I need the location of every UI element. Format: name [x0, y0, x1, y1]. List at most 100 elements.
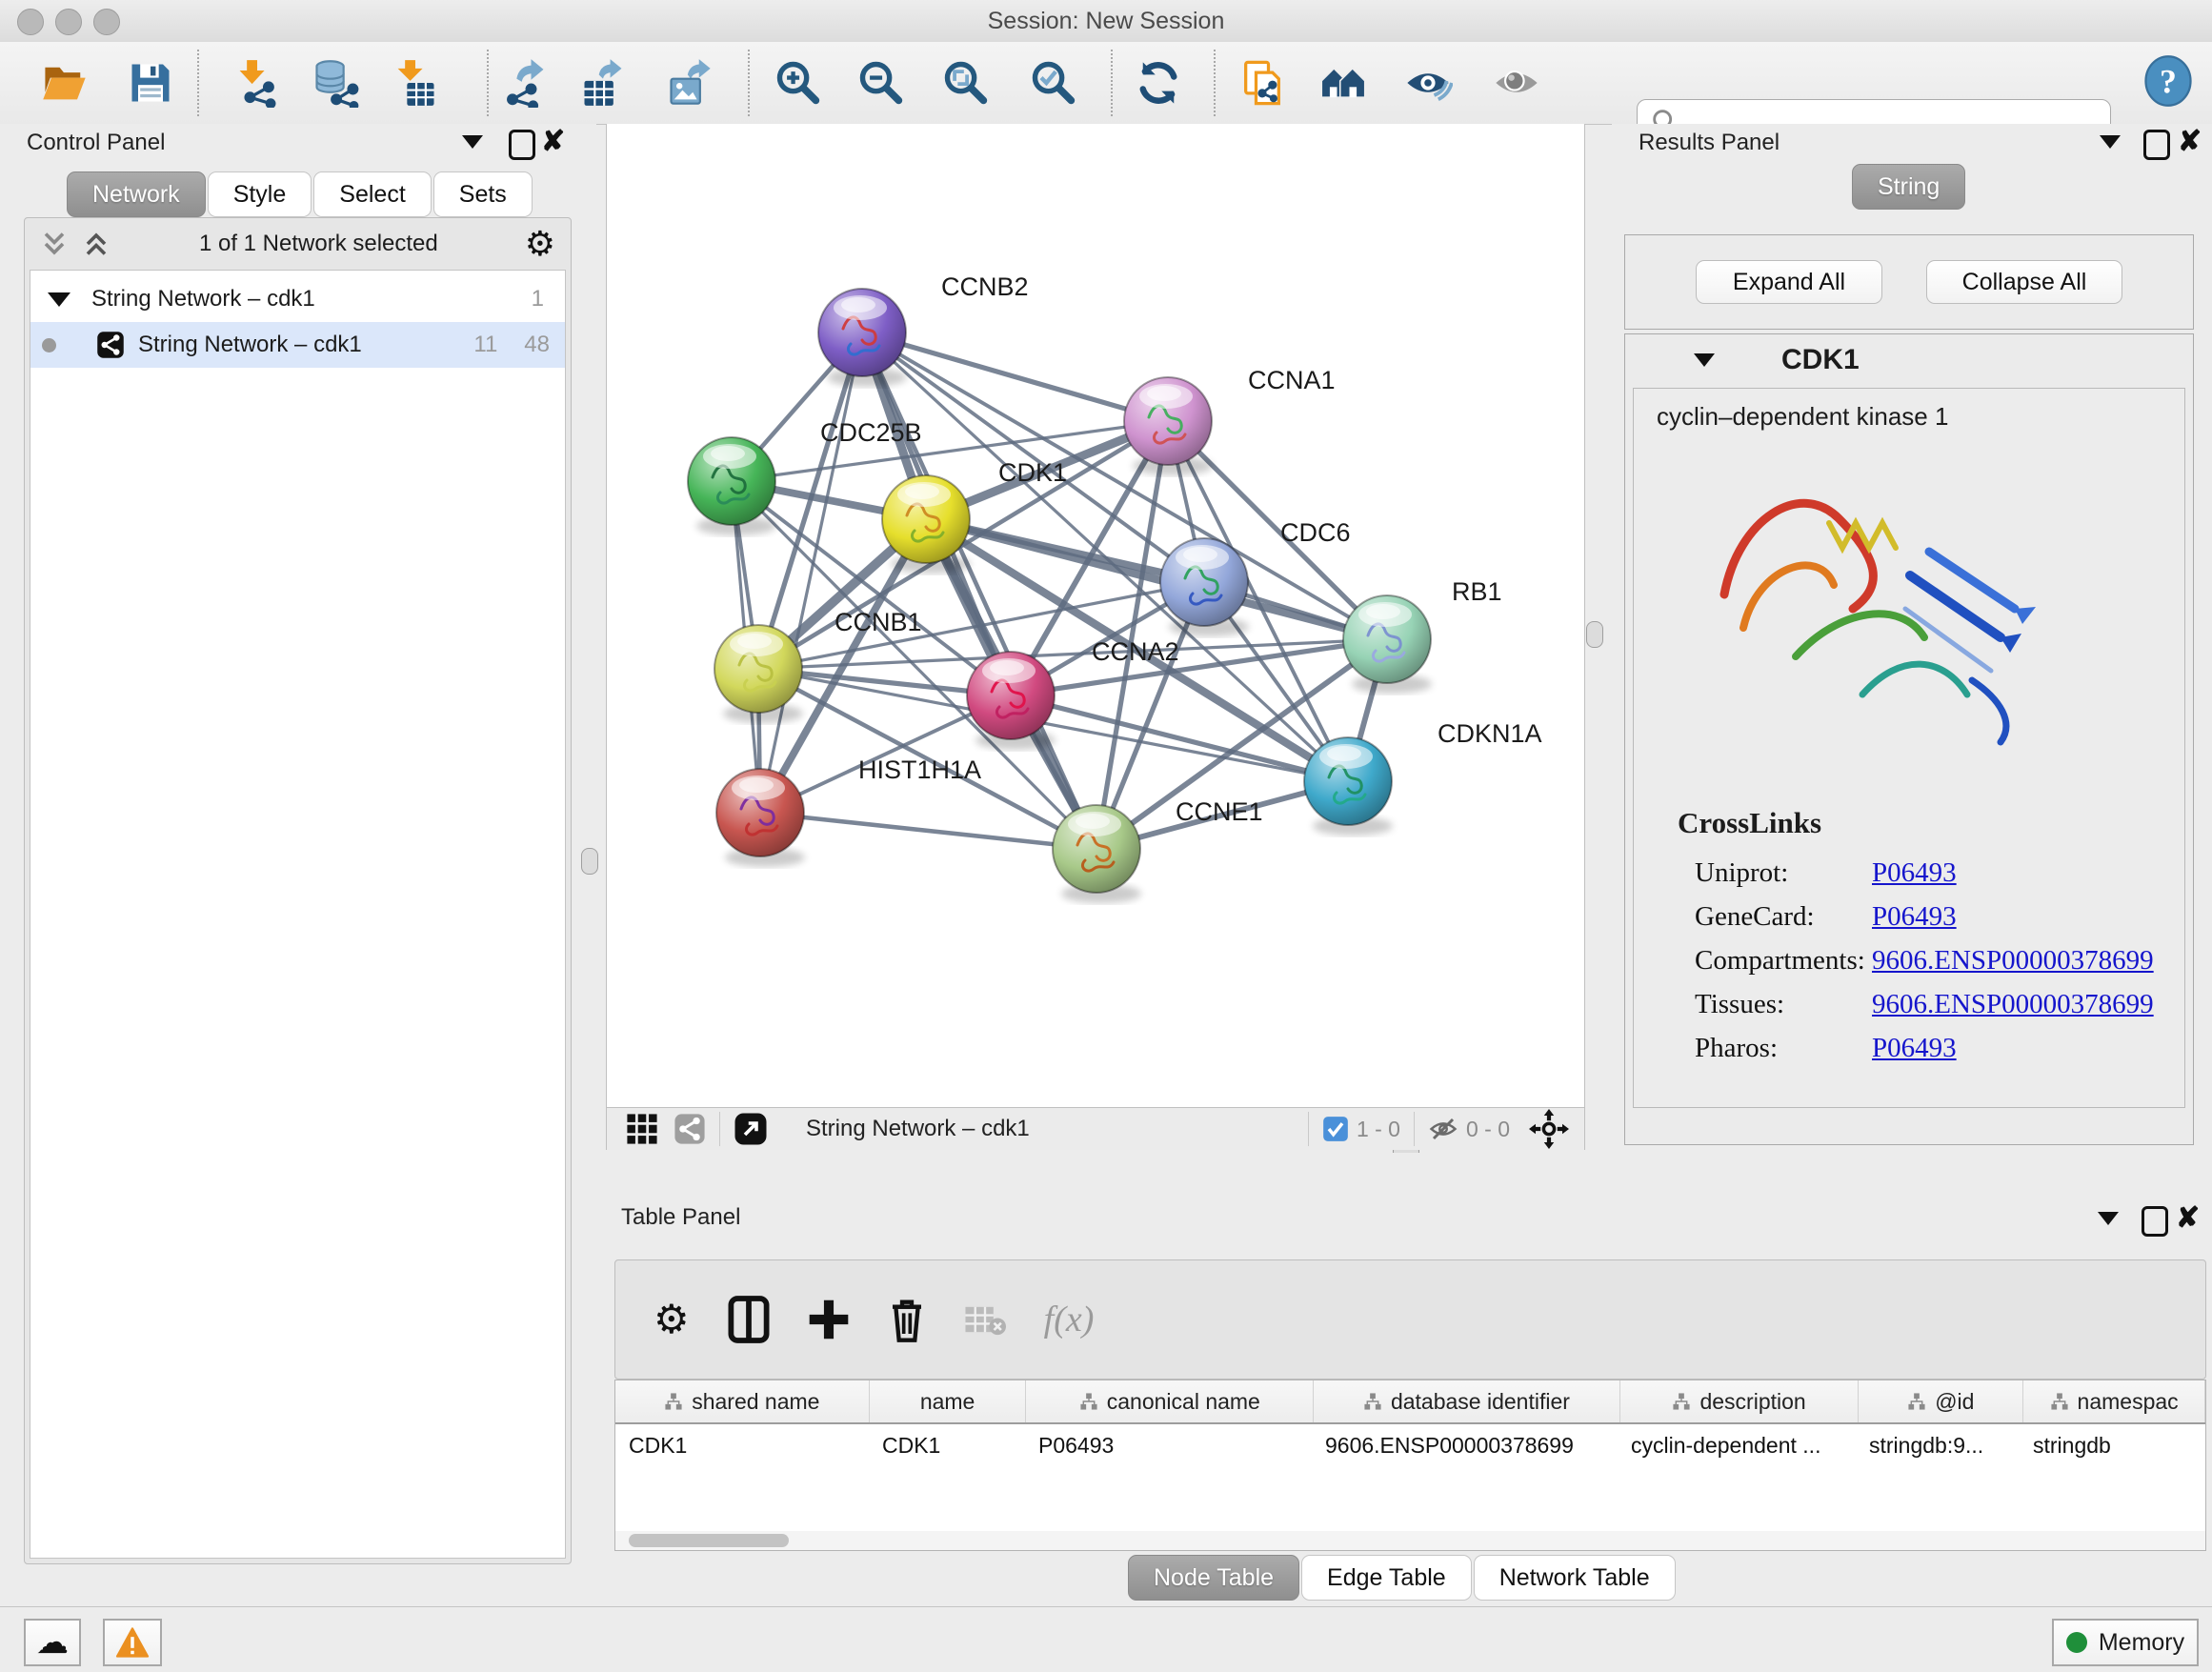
- show-labels-button[interactable]: [1490, 56, 1543, 110]
- collection-label: String Network – cdk1: [91, 286, 315, 312]
- horizontal-scrollbar[interactable]: [615, 1531, 2205, 1550]
- close-panel-icon[interactable]: ✘: [2178, 130, 2202, 155]
- import-table-button[interactable]: [389, 56, 442, 110]
- scrollbar-thumb[interactable]: [629, 1534, 789, 1547]
- panel-menu-icon[interactable]: [2098, 1212, 2119, 1230]
- protein-card: CDK1 cyclin–dependent kinase 1: [1624, 333, 2194, 1145]
- crosslink-row: Uniprot:P06493: [1634, 857, 2184, 901]
- table-cell[interactable]: cyclin-dependent ...: [1618, 1424, 1856, 1466]
- splitter-handle[interactable]: [1586, 621, 1603, 648]
- add-column-icon[interactable]: [808, 1299, 850, 1340]
- delete-table-icon[interactable]: [964, 1302, 1006, 1337]
- table-cell[interactable]: CDK1: [869, 1424, 1025, 1466]
- table-cell[interactable]: CDK1: [615, 1424, 869, 1466]
- protein-card-header[interactable]: CDK1: [1625, 334, 2193, 386]
- help-button[interactable]: ?: [2142, 54, 2195, 108]
- column-header-description[interactable]: description: [1620, 1380, 1860, 1422]
- column-header-shared-name[interactable]: shared name: [615, 1380, 870, 1422]
- export-network-button[interactable]: [498, 56, 552, 110]
- float-panel-icon[interactable]: [2143, 130, 2170, 165]
- import-network-button[interactable]: [231, 56, 284, 110]
- delete-column-icon[interactable]: [888, 1296, 926, 1343]
- network-edge[interactable]: [760, 813, 1096, 849]
- float-panel-icon[interactable]: [2142, 1206, 2168, 1241]
- toolbar-separator: [1214, 50, 1216, 116]
- network-edge[interactable]: [760, 332, 862, 813]
- memory-button[interactable]: Memory: [2052, 1619, 2199, 1666]
- grid-view-icon[interactable]: [626, 1113, 658, 1145]
- node-label: CCNA2: [1092, 637, 1179, 666]
- table-cell[interactable]: stringdb:9...: [1856, 1424, 2020, 1466]
- crosslink-link[interactable]: 9606.ENSP00000378699: [1872, 945, 2154, 977]
- export-image-button[interactable]: [663, 56, 716, 110]
- tab-network-table[interactable]: Network Table: [1474, 1555, 1676, 1601]
- tab-edge-table[interactable]: Edge Table: [1301, 1555, 1472, 1601]
- warnings-button[interactable]: [103, 1619, 162, 1666]
- fit-content-icon[interactable]: [1529, 1109, 1569, 1149]
- gear-icon[interactable]: ⚙: [654, 1302, 690, 1337]
- column-header-namespac[interactable]: namespac: [2023, 1380, 2205, 1422]
- network-row-selected[interactable]: String Network – cdk1 11 48: [30, 322, 565, 368]
- zoom-in-button[interactable]: [772, 56, 825, 110]
- column-type-icon: [1363, 1392, 1382, 1411]
- expand-all-icon[interactable]: [80, 230, 112, 258]
- hide-labels-button[interactable]: [1401, 56, 1455, 110]
- tab-network[interactable]: Network: [67, 171, 206, 217]
- zoom-selected-button[interactable]: [1027, 56, 1080, 110]
- close-panel-icon[interactable]: ✘: [2176, 1206, 2200, 1232]
- network-collection-row[interactable]: String Network – cdk1 1: [30, 276, 565, 322]
- expand-all-button[interactable]: Expand All: [1696, 260, 1882, 304]
- crosslink-link[interactable]: P06493: [1872, 901, 1957, 933]
- tab-node-table[interactable]: Node Table: [1128, 1555, 1299, 1601]
- clone-network-button[interactable]: [1236, 56, 1289, 110]
- splitter-handle[interactable]: [581, 848, 598, 875]
- zoom-out-button[interactable]: [855, 56, 908, 110]
- detach-view-icon[interactable]: [734, 1112, 768, 1146]
- close-panel-icon[interactable]: ✘: [541, 130, 565, 155]
- open-session-button[interactable]: [38, 56, 91, 110]
- cloud-button[interactable]: ☁: [24, 1619, 81, 1666]
- toolbar-separator: [748, 50, 750, 116]
- collapse-arrow-icon[interactable]: [1694, 353, 1715, 367]
- float-panel-icon[interactable]: [509, 130, 535, 165]
- network-node-RB1[interactable]: RB1: [1343, 577, 1502, 694]
- tab-style[interactable]: Style: [208, 171, 312, 217]
- network-node-CCNA1[interactable]: CCNA1: [1124, 366, 1336, 475]
- panel-menu-icon[interactable]: [462, 135, 483, 153]
- column-header-canonical-name[interactable]: canonical name: [1026, 1380, 1314, 1422]
- network-node-CDKN1A[interactable]: CDKN1A: [1304, 719, 1542, 836]
- import-network-from-database-button[interactable]: [309, 56, 362, 110]
- table-cell[interactable]: stringdb: [2020, 1424, 2201, 1466]
- table-panel: Table Panel ✘ ⚙ f(x) shared namenamecano…: [606, 1153, 2212, 1606]
- column-header--id[interactable]: @id: [1859, 1380, 2023, 1422]
- crosslink-link[interactable]: 9606.ENSP00000378699: [1872, 989, 2154, 1020]
- crosslink-link[interactable]: P06493: [1872, 1033, 1957, 1064]
- refresh-button[interactable]: [1132, 56, 1185, 110]
- share-view-icon[interactable]: [674, 1113, 706, 1145]
- collapse-arrow-icon[interactable]: [48, 292, 70, 307]
- collapse-all-button[interactable]: Collapse All: [1926, 260, 2122, 304]
- column-header-database-identifier[interactable]: database identifier: [1314, 1380, 1620, 1422]
- table-row[interactable]: CDK1CDK1P064939606.ENSP00000378699cyclin…: [615, 1424, 2205, 1466]
- gear-icon[interactable]: ⚙: [525, 227, 555, 261]
- network-canvas[interactable]: CCNB2CCNA1CDC25BCDK1CDC6RB1CCNB1CCNA2CDK…: [606, 124, 1585, 1150]
- network-overview-button[interactable]: [1317, 56, 1370, 110]
- collapse-all-icon[interactable]: [38, 230, 70, 258]
- tab-sets[interactable]: Sets: [433, 171, 533, 217]
- column-header-name[interactable]: name: [870, 1380, 1027, 1422]
- table-cell[interactable]: P06493: [1025, 1424, 1312, 1466]
- panel-menu-icon[interactable]: [2100, 135, 2121, 153]
- network-graph[interactable]: CCNB2CCNA1CDC25BCDK1CDC6RB1CCNB1CCNA2CDK…: [607, 124, 1584, 1108]
- zoom-fit-button[interactable]: [939, 56, 993, 110]
- crosslink-link[interactable]: P06493: [1872, 857, 1957, 889]
- function-builder-icon[interactable]: f(x): [1044, 1299, 1095, 1340]
- tab-string[interactable]: String: [1852, 164, 1965, 210]
- network-node-CCNE1[interactable]: CCNE1: [1053, 797, 1263, 903]
- columns-icon[interactable]: [728, 1295, 770, 1344]
- tab-select[interactable]: Select: [313, 171, 431, 217]
- selected-checkbox-icon[interactable]: [1322, 1116, 1349, 1142]
- save-session-button[interactable]: [124, 56, 177, 110]
- table-cell[interactable]: 9606.ENSP00000378699: [1312, 1424, 1618, 1466]
- export-table-button[interactable]: [576, 56, 630, 110]
- hidden-eye-icon[interactable]: [1428, 1115, 1458, 1143]
